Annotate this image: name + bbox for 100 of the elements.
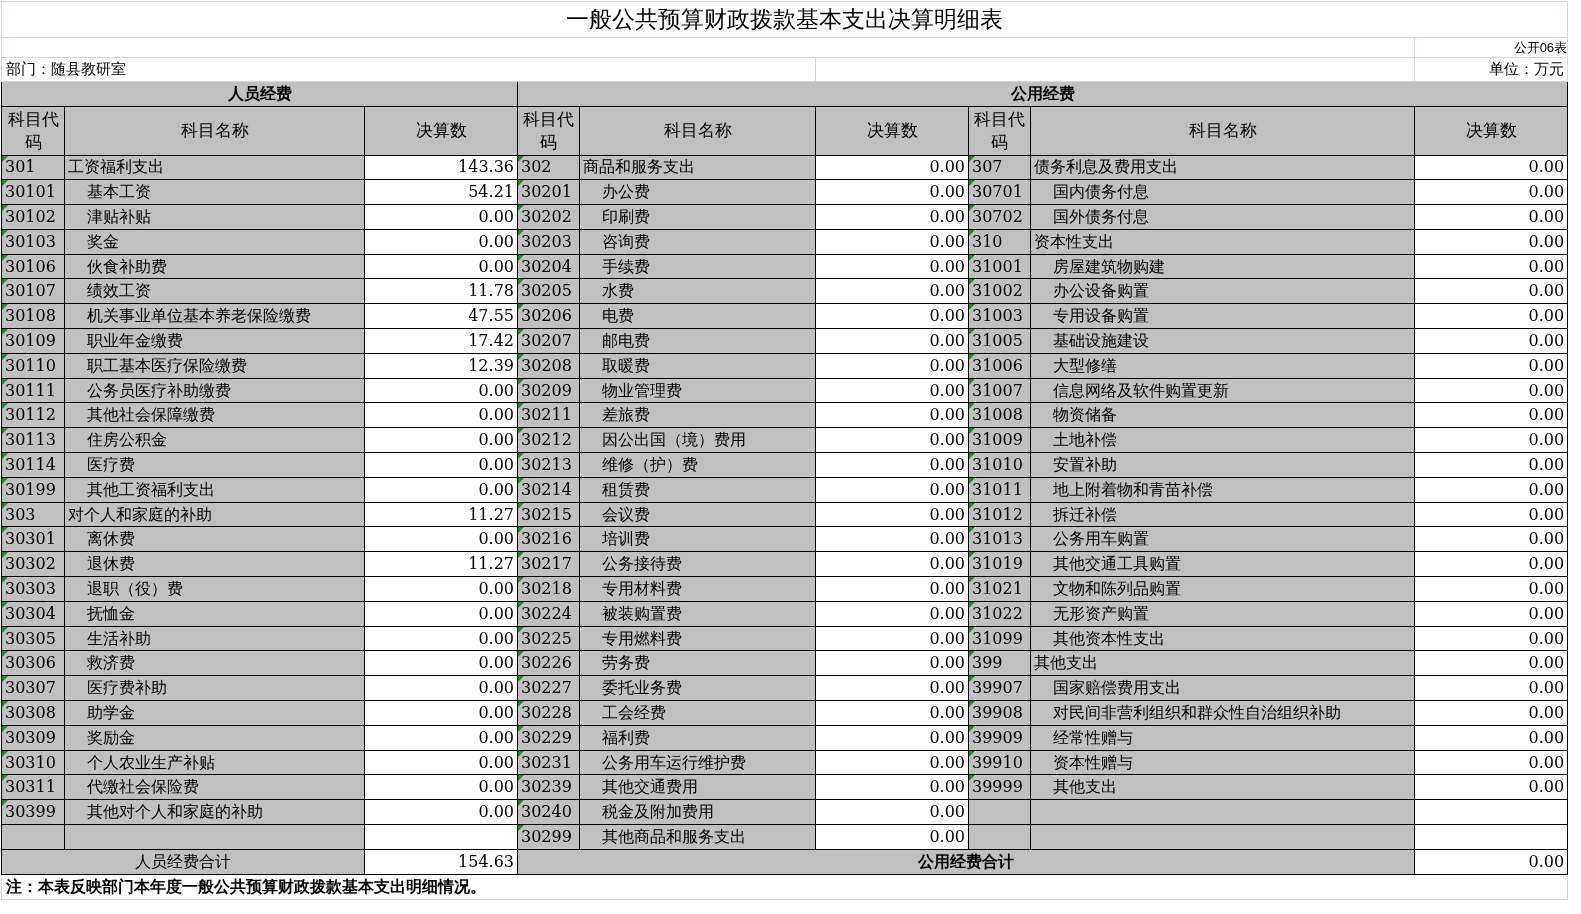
code-cell: 30112: [1, 402, 65, 428]
corner-marker-icon: [2, 725, 8, 732]
amount-cell: 47.55: [364, 303, 518, 329]
code-cell: 30108: [1, 303, 65, 329]
name-cell: 其他对个人和家庭的补助: [64, 799, 365, 825]
corner-marker-icon: [2, 601, 8, 608]
amount-cell: 0.00: [815, 750, 969, 775]
column-header: 决算数: [364, 106, 518, 155]
amount-cell: 0.00: [364, 576, 518, 602]
corner-marker-icon: [969, 453, 975, 460]
amount-cell: 0.00: [815, 254, 969, 279]
amount-cell: 11.78: [364, 279, 518, 304]
amount-cell: 0.00: [1414, 650, 1568, 676]
corner-marker-icon: [518, 353, 524, 360]
section-header: 人员经费: [1, 81, 518, 106]
corner-marker-icon: [518, 750, 524, 757]
corner-marker-icon: [969, 775, 975, 782]
name-cell: 基础设施建设: [1030, 328, 1415, 354]
amount-cell: 0.00: [815, 650, 969, 676]
name-cell: 工资福利支出: [64, 155, 365, 180]
corner-marker-icon: [969, 403, 975, 410]
corner-marker-icon: [969, 527, 975, 534]
corner-marker-icon: [2, 353, 8, 360]
name-cell: 咨询费: [579, 229, 816, 255]
name-cell: 其他资本性支出: [1030, 626, 1415, 651]
column-header: 决算数: [815, 106, 969, 155]
code-cell: 30311: [1, 774, 65, 800]
amount-cell: 0.00: [1414, 179, 1568, 205]
amount-cell: 0.00: [364, 254, 518, 279]
corner-marker-icon: [969, 279, 975, 286]
name-cell: 手续费: [579, 254, 816, 279]
name-cell: 房屋建筑物购建: [1030, 254, 1415, 279]
corner-marker-icon: [2, 577, 8, 584]
amount-cell: 0.00: [1414, 427, 1568, 453]
amount-cell: 0.00: [1414, 700, 1568, 726]
name-cell: 取暖费: [579, 353, 816, 379]
amount-cell: 0.00: [815, 824, 969, 850]
amount-cell: 0.00: [364, 799, 518, 825]
name-cell: 债务利息及费用支出: [1030, 155, 1415, 180]
name-cell: 物资储备: [1030, 402, 1415, 428]
corner-marker-icon: [518, 279, 524, 286]
amount-cell: 11.27: [364, 502, 518, 527]
total-amount: 154.63: [364, 849, 518, 875]
corner-marker-icon: [969, 502, 975, 509]
corner-marker-icon: [2, 626, 8, 633]
corner-marker-icon: [969, 477, 975, 484]
name-cell: 办公费: [579, 179, 816, 205]
corner-marker-icon: [969, 701, 975, 708]
amount-cell: 17.42: [364, 328, 518, 354]
corner-marker-icon: [969, 428, 975, 435]
code-cell: 30110: [1, 353, 65, 379]
amount-cell: 0.00: [364, 675, 518, 701]
corner-marker-icon: [2, 651, 8, 658]
code-cell: 30309: [1, 725, 65, 751]
name-cell: 邮电费: [579, 328, 816, 354]
corner-marker-icon: [518, 453, 524, 460]
corner-marker-icon: [969, 651, 975, 658]
corner-marker-icon: [969, 329, 975, 336]
amount-cell: 0.00: [815, 700, 969, 726]
name-cell: 无形资产购置: [1030, 601, 1415, 627]
section-header: 公用经费: [517, 81, 1568, 106]
name-cell: 专用燃料费: [579, 626, 816, 651]
name-cell: 工会经费: [579, 700, 816, 726]
code-cell: 30111: [1, 378, 65, 403]
corner-marker-icon: [518, 626, 524, 633]
form-number: 公开06表: [1513, 39, 1568, 55]
name-cell: 抚恤金: [64, 601, 365, 627]
corner-marker-icon: [2, 279, 8, 286]
corner-marker-icon: [518, 577, 524, 584]
corner-marker-icon: [518, 378, 524, 385]
amount-cell: 0.00: [1414, 576, 1568, 602]
corner-marker-icon: [969, 304, 975, 311]
amount-cell: 0.00: [815, 452, 969, 478]
code-cell: 30310: [1, 750, 65, 775]
amount-cell: 0.00: [1414, 601, 1568, 627]
name-cell: 其他社会保障缴费: [64, 402, 365, 428]
code-cell: 30106: [1, 254, 65, 279]
corner-marker-icon: [518, 304, 524, 311]
amount-cell: 0.00: [1414, 155, 1568, 180]
corner-marker-icon: [2, 378, 8, 385]
name-cell: 其他支出: [1030, 650, 1415, 676]
amount-cell: 0.00: [364, 700, 518, 726]
corner-marker-icon: [2, 403, 8, 410]
name-cell: 因公出国（境）费用: [579, 427, 816, 453]
name-cell: 公务用车运行维护费: [579, 750, 816, 775]
amount-cell: 0.00: [815, 576, 969, 602]
amount-cell: 0.00: [815, 526, 969, 552]
column-header: 科目代码: [517, 106, 580, 155]
name-cell: 地上附着物和青苗补偿: [1030, 477, 1415, 503]
corner-marker-icon: [518, 775, 524, 782]
name-cell: 医疗费补助: [64, 675, 365, 701]
amount-cell: 0.00: [1414, 353, 1568, 379]
name-cell: 资本性支出: [1030, 229, 1415, 255]
name-cell: 代缴社会保险费: [64, 774, 365, 800]
corner-marker-icon: [2, 701, 8, 708]
amount-cell: 0.00: [815, 502, 969, 527]
amount-cell: 0.00: [815, 378, 969, 403]
code-cell: 30303: [1, 576, 65, 602]
corner-marker-icon: [969, 601, 975, 608]
name-cell: 对个人和家庭的补助: [64, 502, 365, 527]
